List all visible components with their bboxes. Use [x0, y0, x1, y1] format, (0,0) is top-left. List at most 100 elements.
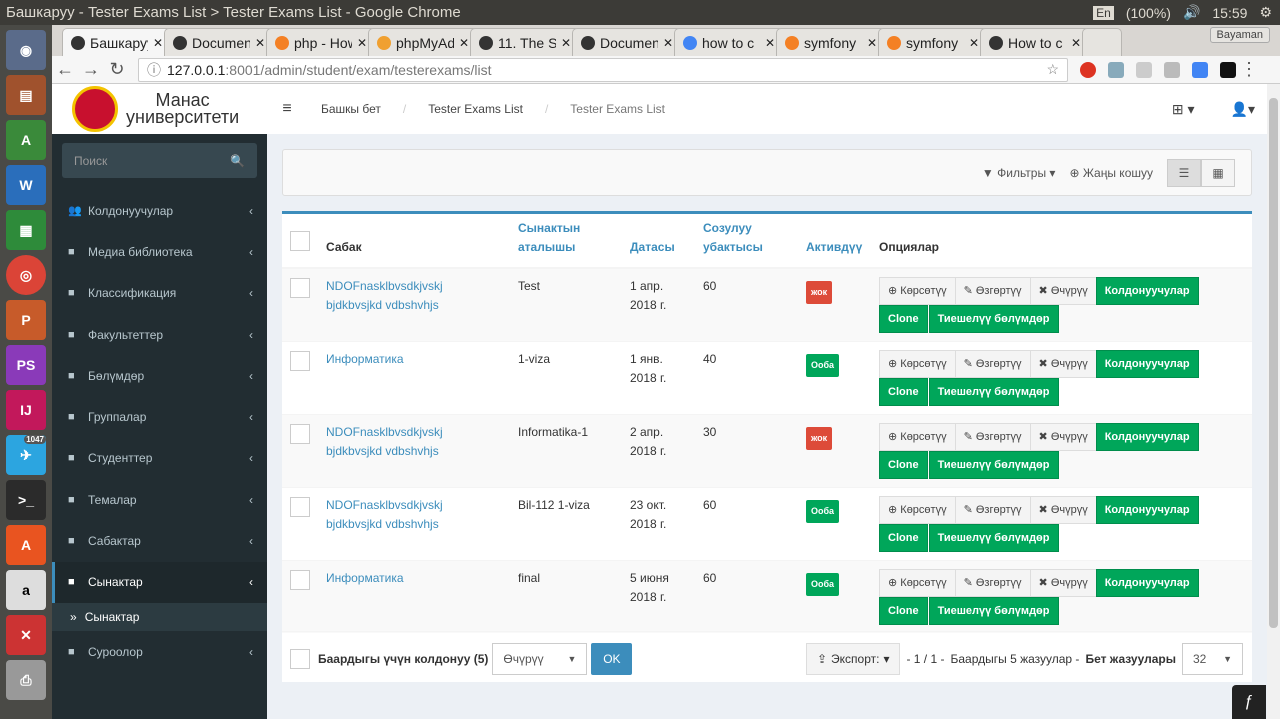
clone-button[interactable]: Clone — [879, 451, 928, 479]
sidebar-item-departments[interactable]: ■ Бөлүмдөр ‹ — [52, 355, 267, 396]
android-studio-icon[interactable]: A — [6, 120, 46, 160]
reload-icon[interactable]: ↻ — [104, 59, 130, 80]
subject-link[interactable]: NDOFnasklbvsdkjvskj bjdkbvsjkd vdbshvhjs — [326, 498, 443, 531]
sections-button[interactable]: Тиешелүү бөлүмдөр — [928, 597, 1059, 625]
row-checkbox[interactable] — [290, 570, 310, 590]
batch-select-all-checkbox[interactable] — [290, 649, 310, 669]
edit-button[interactable]: ✎ Өзгөртүү — [954, 350, 1031, 378]
delete-button[interactable]: ✖ Өчүрүү — [1029, 350, 1097, 378]
forward-icon[interactable]: → — [78, 59, 104, 80]
browser-tab[interactable]: how to c ✕ — [674, 28, 784, 56]
users-button[interactable]: Колдонуучулар — [1095, 423, 1199, 451]
show-button[interactable]: ⊕ Көрсөтүү — [879, 569, 956, 597]
filters-button[interactable]: ▼ Фильтры ▾ — [982, 166, 1056, 180]
translate-icon[interactable] — [1192, 61, 1208, 78]
software-center-icon[interactable]: A — [6, 525, 46, 565]
jetbrains-icon[interactable] — [1220, 61, 1236, 78]
batch-action-select[interactable]: Өчүрүү ▼ — [492, 642, 588, 675]
close-tab-icon[interactable]: ✕ — [663, 36, 673, 50]
browser-tab[interactable]: Башкаруу ✕ — [62, 28, 172, 56]
show-button[interactable]: ⊕ Көрсөтүү — [879, 496, 956, 524]
recycle-icon[interactable] — [1164, 61, 1180, 78]
edit-button[interactable]: ✎ Өзгөртүү — [954, 423, 1031, 451]
settings-gear-icon[interactable]: ⚙ — [1259, 4, 1272, 21]
browser-tab[interactable]: Documentation ✕ — [164, 28, 274, 56]
breadcrumb-link[interactable]: Tester Exams List — [428, 102, 523, 116]
terminal-icon[interactable]: >_ — [6, 480, 46, 520]
phpstorm-icon[interactable]: PS — [6, 345, 46, 385]
dropbox-icon[interactable] — [1136, 61, 1152, 78]
sidebar-item-lessons[interactable]: ■ Сабактар ‹ — [52, 520, 267, 561]
subject-link[interactable]: NDOFnasklbvsdkjvskj bjdkbvsjkd vdbshvhjs — [326, 279, 443, 312]
users-button[interactable]: Колдонуучулар — [1095, 277, 1199, 305]
sidebar-item-groups[interactable]: ■ Группалар ‹ — [52, 396, 267, 437]
sections-button[interactable]: Тиешелүү бөлүмдөр — [928, 305, 1059, 333]
user-menu-icon[interactable]: 👤▾ — [1231, 101, 1255, 118]
system-settings-icon[interactable]: ✕ — [6, 615, 46, 655]
browser-tab[interactable]: symfony ✕ — [878, 28, 988, 56]
clone-button[interactable]: Clone — [879, 305, 928, 333]
sidebar-toggle-icon[interactable]: ≡ — [267, 100, 307, 118]
browser-tab[interactable]: Documentation ✕ — [572, 28, 682, 56]
bookmark-star-icon[interactable]: ☆ — [1046, 61, 1059, 78]
users-button[interactable]: Колдонуучулар — [1095, 569, 1199, 597]
volume-icon[interactable]: 🔊 — [1183, 4, 1200, 21]
sidebar-subitem-exams[interactable]: » Сынактар — [52, 602, 267, 631]
column-header-name[interactable]: Сынактын аталышы — [510, 214, 622, 269]
browser-tab[interactable]: 11. The S ✕ — [470, 28, 580, 56]
sidebar-item-faculties[interactable]: ■ Факультеттер ‹ — [52, 314, 267, 355]
users-button[interactable]: Колдонуучулар — [1095, 350, 1199, 378]
writer-icon[interactable]: W — [6, 165, 46, 205]
row-checkbox[interactable] — [290, 278, 310, 298]
delete-button[interactable]: ✖ Өчүрүү — [1029, 277, 1097, 305]
delete-button[interactable]: ✖ Өчүрүү — [1029, 496, 1097, 524]
edit-button[interactable]: ✎ Өзгөртүү — [954, 496, 1031, 524]
list-view-button[interactable]: ☰ — [1167, 159, 1201, 187]
sections-button[interactable]: Тиешелүү бөлүмдөр — [928, 378, 1059, 406]
telegram-icon[interactable]: ✈ 1047 — [6, 435, 46, 475]
close-tab-icon[interactable]: ✕ — [357, 36, 367, 50]
clock[interactable]: 15:59 — [1212, 5, 1247, 21]
sidebar-item-students[interactable]: ■ Студенттер ‹ — [52, 438, 267, 479]
browser-tab[interactable]: phpMyAdmin ✕ — [368, 28, 478, 56]
adblock-icon[interactable] — [1080, 61, 1096, 78]
subject-link[interactable]: Информатика — [326, 352, 404, 366]
clone-button[interactable]: Clone — [879, 378, 928, 406]
clone-button[interactable]: Clone — [879, 597, 928, 625]
url-input[interactable]: ⓘ 127.0.0.1:8001/admin/student/exam/teste… — [138, 57, 1068, 82]
show-button[interactable]: ⊕ Көрсөтүү — [879, 350, 956, 378]
close-tab-icon[interactable]: ✕ — [153, 36, 163, 50]
profile-button[interactable]: Bayaman — [1209, 27, 1270, 43]
ubuntu-dash-icon[interactable]: ◉ — [6, 30, 46, 70]
sidebar-item-users[interactable]: 👥 Колдонуучулар ‹ — [52, 190, 267, 231]
impress-icon[interactable]: P — [6, 300, 46, 340]
close-tab-icon[interactable]: ✕ — [561, 36, 571, 50]
menu-icon[interactable]: ⋮ — [1236, 59, 1262, 80]
per-page-select[interactable]: 32 ▼ — [1182, 642, 1243, 675]
row-checkbox[interactable] — [290, 351, 310, 371]
batch-ok-button[interactable]: OK — [591, 642, 633, 675]
column-header-active[interactable]: Активдүү — [798, 214, 871, 269]
subject-link[interactable]: NDOFnasklbvsdkjvskj bjdkbvsjkd vdbshvhjs — [326, 425, 443, 458]
sidebar-search-input[interactable]: Поиск 🔍 — [62, 143, 257, 178]
export-button[interactable]: ⇪ Экспорт: ▾ — [805, 642, 901, 675]
add-new-button[interactable]: ⊕ Жаңы кошуу — [1069, 166, 1153, 180]
back-icon[interactable]: ← — [52, 59, 78, 80]
users-button[interactable]: Колдонуучулар — [1095, 496, 1199, 524]
scrollbar-thumb[interactable] — [1269, 98, 1278, 628]
clone-button[interactable]: Clone — [879, 524, 928, 552]
sidebar-item-exams[interactable]: ■ Сынактар ‹ — [52, 561, 267, 603]
chrome-icon[interactable]: ◎ — [6, 255, 46, 295]
extension-icon[interactable] — [1108, 61, 1124, 78]
edit-button[interactable]: ✎ Өзгөртүү — [954, 569, 1031, 597]
column-header-duration[interactable]: Созулуу убактысы — [695, 214, 798, 269]
select-all-checkbox[interactable] — [290, 231, 310, 251]
add-menu-icon[interactable]: ⊞ ▾ — [1172, 101, 1195, 118]
browser-tab[interactable]: How to c ✕ — [980, 28, 1090, 56]
close-tab-icon[interactable]: ✕ — [459, 36, 469, 50]
edit-button[interactable]: ✎ Өзгөртүү — [954, 277, 1031, 305]
column-header-date[interactable]: Датасы — [622, 214, 695, 269]
browser-tab[interactable]: php - How ✕ — [266, 28, 376, 56]
intellij-icon[interactable]: IJ — [6, 390, 46, 430]
files-icon[interactable]: ▤ — [6, 75, 46, 115]
